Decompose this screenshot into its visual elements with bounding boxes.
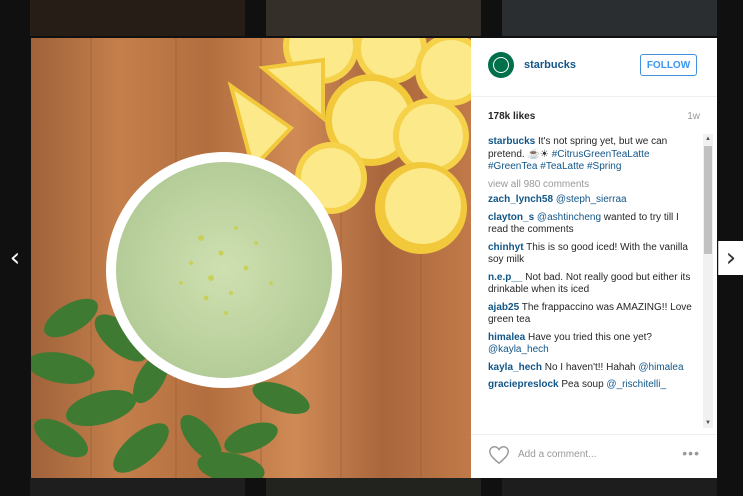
more-options-icon[interactable]: ••• bbox=[682, 445, 700, 461]
comment-user[interactable]: kayla_hech bbox=[488, 362, 542, 373]
comment-mention[interactable]: @steph_sierraa bbox=[556, 194, 627, 205]
username-link[interactable]: starbucks bbox=[524, 59, 576, 71]
scroll-thumb[interactable] bbox=[704, 146, 712, 254]
comment-mention[interactable]: @_rischitelli_ bbox=[606, 379, 666, 390]
post-header: starbucks FOLLOW bbox=[471, 38, 717, 97]
comment-item: clayton_s @ashtincheng wanted to try til… bbox=[488, 212, 700, 237]
comment-item: n.e.p__ Not bad. Not really good but eit… bbox=[488, 272, 700, 297]
caption: starbucks It's not spring yet, but we ca… bbox=[488, 136, 700, 174]
heart-icon[interactable] bbox=[488, 444, 510, 466]
post-modal: starbucks FOLLOW 178k likes 1w starbucks… bbox=[31, 38, 717, 478]
comment-item: zach_lynch58 @steph_sierraa bbox=[488, 194, 700, 207]
comment-item: chinhyt This is so good iced! With the v… bbox=[488, 242, 700, 267]
previous-post-button[interactable]: ‹ bbox=[5, 245, 25, 271]
comment-user[interactable]: zach_lynch58 bbox=[488, 194, 553, 205]
comments-scrollbar[interactable]: ▲ ▼ bbox=[703, 134, 713, 428]
comment-mention[interactable]: @himalea bbox=[638, 362, 683, 373]
comment-item: ajab25 The frappaccino was AMAZING!! Lov… bbox=[488, 302, 700, 327]
comment-text: Pea soup bbox=[558, 379, 607, 390]
scroll-up-icon[interactable]: ▲ bbox=[703, 134, 713, 144]
starbucks-logo-icon bbox=[493, 57, 509, 73]
likes-count[interactable]: 178k likes bbox=[488, 111, 535, 122]
comment-user[interactable]: clayton_s bbox=[488, 212, 534, 223]
comment-user[interactable]: himalea bbox=[488, 332, 525, 343]
comment-user[interactable]: n.e.p__ bbox=[488, 272, 522, 283]
comment-user[interactable]: graciepreslock bbox=[488, 379, 559, 390]
comment-user[interactable]: chinhyt bbox=[488, 242, 524, 253]
post-age: 1w bbox=[687, 111, 700, 122]
comment-mention[interactable]: @kayla_hech bbox=[488, 344, 549, 355]
caption-emoji: ☕☀ bbox=[527, 148, 549, 160]
comment-user[interactable]: starbucks bbox=[488, 136, 535, 147]
scroll-down-icon[interactable]: ▼ bbox=[703, 418, 713, 428]
comment-item: graciepreslock Pea soup @_rischitelli_ bbox=[488, 379, 700, 392]
comment-mention[interactable]: @ashtincheng bbox=[537, 212, 601, 223]
comment-text: No I haven't!! Hahah bbox=[541, 361, 639, 373]
comment-text: Have you tried this one yet? bbox=[525, 331, 652, 343]
avatar[interactable] bbox=[488, 52, 514, 78]
add-comment-input[interactable]: Add a comment... bbox=[518, 449, 596, 460]
comment-user[interactable]: ajab25 bbox=[488, 302, 519, 313]
post-photo[interactable] bbox=[31, 38, 471, 478]
post-details-panel: starbucks FOLLOW 178k likes 1w starbucks… bbox=[471, 38, 717, 478]
comment-item: kayla_hech No I haven't!! Hahah @himalea bbox=[488, 362, 700, 375]
view-all-comments-link[interactable]: view all 980 comments bbox=[488, 179, 700, 192]
post-footer: Add a comment... ••• bbox=[471, 434, 717, 479]
comment-text: The frappaccino was AMAZING!! Love green… bbox=[488, 301, 692, 326]
comments-list[interactable]: starbucks It's not spring yet, but we ca… bbox=[488, 136, 700, 426]
follow-button[interactable]: FOLLOW bbox=[640, 54, 697, 76]
post-image bbox=[31, 38, 471, 478]
next-post-button[interactable]: › bbox=[718, 241, 743, 275]
comment-item: himalea Have you tried this one yet? @ka… bbox=[488, 332, 700, 357]
